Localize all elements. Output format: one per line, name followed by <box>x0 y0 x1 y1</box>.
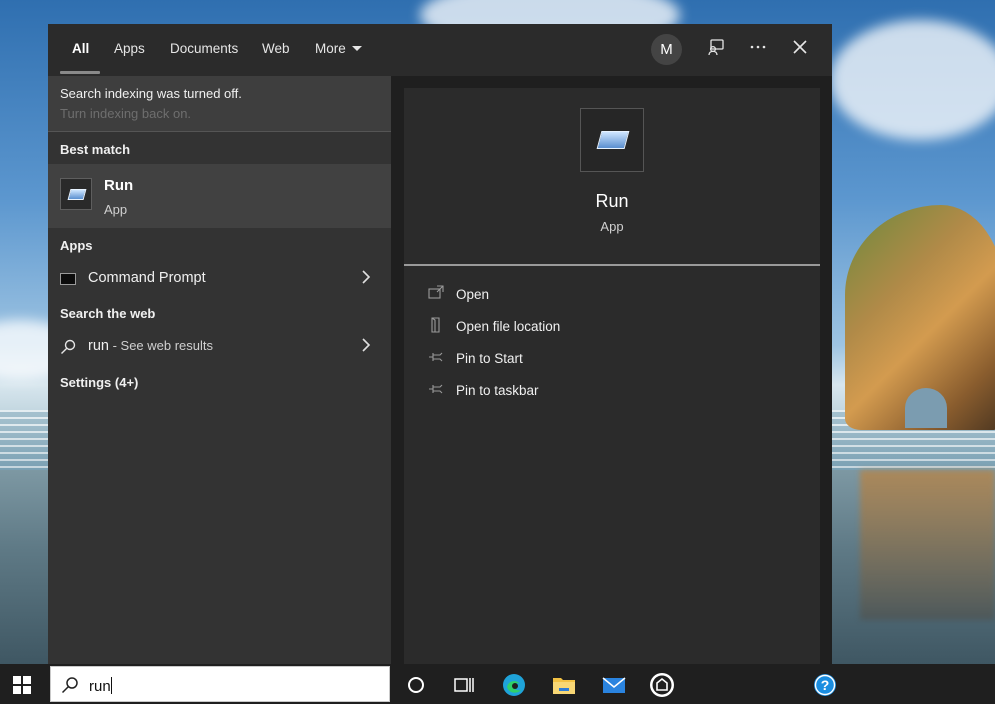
action-open-label: Open <box>456 287 490 302</box>
search-icon <box>61 676 79 694</box>
feedback-icon[interactable] <box>705 38 727 60</box>
chevron-right-icon[interactable] <box>360 336 372 359</box>
avatar[interactable]: M <box>651 34 682 65</box>
settings-heading[interactable]: Settings (4+) <box>60 375 138 390</box>
search-value: run <box>89 677 112 695</box>
list-item-web-results[interactable]: run - See web results <box>48 330 391 364</box>
taskbar: run ? <box>0 664 995 704</box>
best-match-kind: App <box>104 202 128 217</box>
indexing-notice-text: Search indexing was turned off. <box>60 86 242 101</box>
tab-more-label: More <box>315 41 346 56</box>
best-match-heading: Best match <box>60 142 131 157</box>
task-view-icon[interactable] <box>451 672 477 698</box>
mail-icon[interactable] <box>601 672 627 698</box>
preview-app-name: Run <box>595 191 629 211</box>
chevron-down-icon <box>351 46 362 51</box>
action-pin-to-start-label: Pin to Start <box>456 351 523 366</box>
tab-web[interactable]: Web <box>262 24 290 76</box>
results-pane: Search indexing was turned off. Turn ind… <box>48 76 391 664</box>
web-suffix: - See web results <box>108 338 214 353</box>
chevron-right-icon[interactable] <box>360 268 372 291</box>
tab-more[interactable]: More <box>315 24 362 76</box>
tab-apps[interactable]: Apps <box>114 24 145 76</box>
help-icon[interactable]: ? <box>812 672 838 698</box>
preview-app-kind: App <box>600 219 624 234</box>
search-scope-tabs: All Apps Documents Web More M <box>48 24 832 76</box>
divider <box>404 264 820 266</box>
run-icon <box>60 178 92 210</box>
text-cursor <box>110 677 112 694</box>
edge-icon[interactable] <box>501 672 527 698</box>
apps-heading: Apps <box>60 238 93 253</box>
command-prompt-label: Command Prompt <box>88 270 206 286</box>
active-tab-indicator <box>60 71 100 74</box>
start-icon[interactable] <box>13 676 31 694</box>
preview-pane: Run App Open Open file location Pin to S… <box>404 88 820 664</box>
command-prompt-icon <box>60 273 76 285</box>
close-icon[interactable] <box>789 38 811 60</box>
app-icon[interactable] <box>649 672 675 698</box>
best-match-result[interactable]: Run App <box>48 164 391 228</box>
indexing-notice: Search indexing was turned off. Turn ind… <box>48 76 391 132</box>
taskbar-search-input[interactable]: run <box>50 666 390 702</box>
run-icon <box>580 108 644 172</box>
action-pin-to-taskbar-label: Pin to taskbar <box>456 383 539 398</box>
file-explorer-icon[interactable] <box>551 672 577 698</box>
tab-documents[interactable]: Documents <box>170 24 238 76</box>
tab-all[interactable]: All <box>72 24 89 76</box>
rock-arch-opening <box>905 388 947 428</box>
cloud <box>830 20 995 140</box>
search-flyout: All Apps Documents Web More M Search ind… <box>48 24 832 664</box>
open-icon <box>428 285 444 301</box>
cortana-icon[interactable] <box>403 672 429 698</box>
search-text: run <box>89 678 111 695</box>
file-location-icon <box>428 317 444 333</box>
pin-icon <box>428 381 444 397</box>
web-result-label: run - See web results <box>88 338 213 354</box>
list-item-command-prompt[interactable]: Command Prompt <box>48 262 391 296</box>
turn-indexing-on-link[interactable]: Turn indexing back on. <box>60 106 191 121</box>
pin-icon <box>428 349 444 365</box>
rock-reflection <box>860 470 995 620</box>
action-open-file-location-label: Open file location <box>456 319 561 334</box>
search-icon <box>60 339 76 355</box>
best-match-name: Run <box>104 177 134 194</box>
ellipsis-icon[interactable] <box>747 38 769 60</box>
search-the-web-heading: Search the web <box>60 306 156 321</box>
svg-text:?: ? <box>821 677 830 693</box>
web-query: run <box>88 338 109 354</box>
